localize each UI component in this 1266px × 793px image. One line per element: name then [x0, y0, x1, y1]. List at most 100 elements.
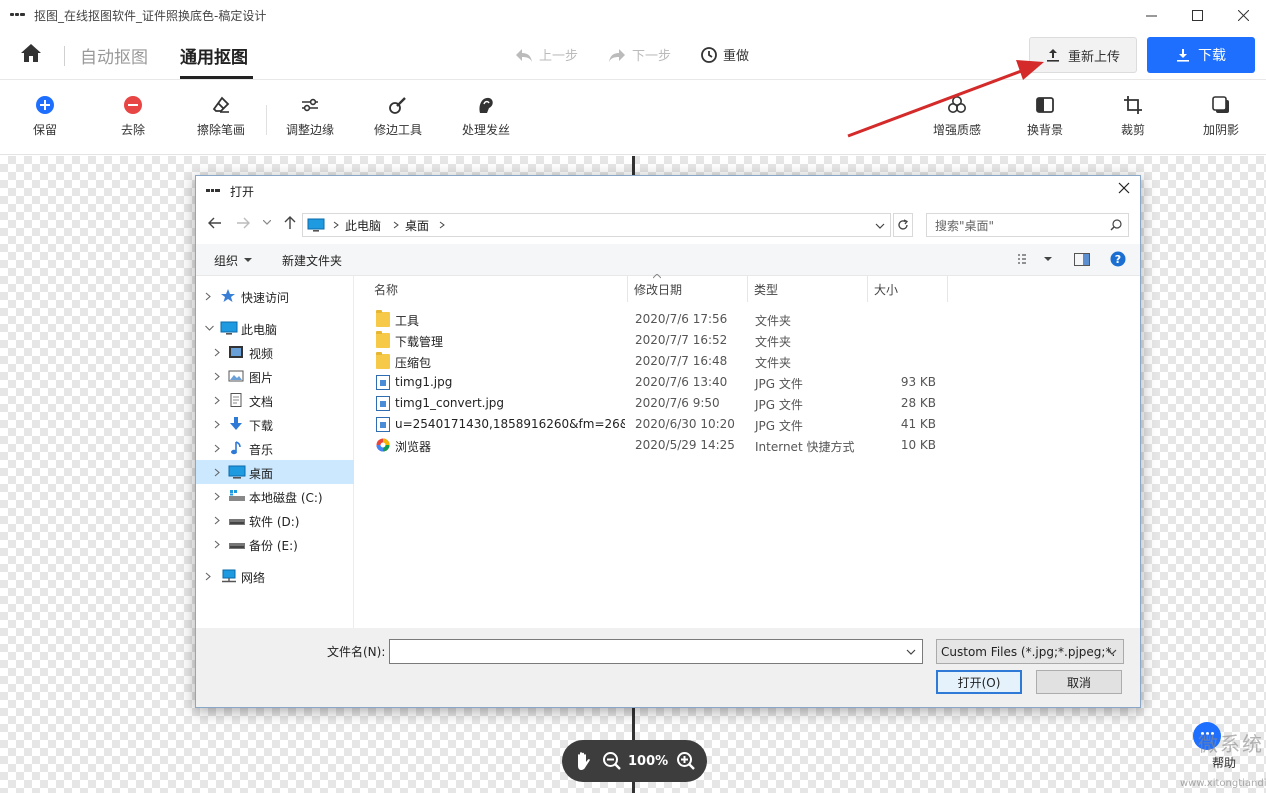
expand-chevron-icon[interactable]: [205, 292, 211, 301]
column-size[interactable]: 大小: [868, 276, 948, 302]
new-folder-label: 新建文件夹: [282, 254, 343, 268]
nav-divider: [64, 46, 65, 66]
zoom-in-icon[interactable]: [676, 751, 696, 771]
trim-tool[interactable]: 修边工具: [363, 95, 433, 138]
nav-item[interactable]: 桌面: [196, 460, 354, 484]
nav-item[interactable]: 下载: [196, 412, 354, 436]
nav-item[interactable]: 文档: [196, 388, 354, 412]
navigation-pane: 快速访问此电脑 视频 图片 文档 下载 音乐 桌面 本地磁盘 (C:) 软件 (D:) 备份 (E…: [196, 276, 354, 628]
file-type: JPG 文件: [755, 419, 803, 433]
back-icon[interactable]: [208, 217, 222, 229]
command-bar: 组织 新建文件夹 ?: [196, 244, 1140, 276]
star-icon: [220, 289, 236, 303]
breadcrumb-desktop[interactable]: 桌面: [405, 217, 429, 234]
jpg-file-icon: [376, 375, 390, 390]
shadow-tool[interactable]: 加阴影: [1186, 95, 1256, 138]
crop-tool[interactable]: 裁剪: [1098, 95, 1168, 138]
file-type: 文件夹: [755, 356, 792, 370]
nav-item[interactable]: 软件 (D:): [196, 508, 354, 532]
file-row[interactable]: 下载管理 2020/7/7 16:52 文件夹: [372, 330, 962, 351]
remove-label: 去除: [120, 123, 145, 137]
forward-icon[interactable]: [236, 217, 250, 229]
minimize-icon[interactable]: [1128, 0, 1174, 30]
hand-icon[interactable]: [574, 751, 592, 771]
dialog-close-icon[interactable]: [1118, 182, 1130, 194]
help-icon[interactable]: ?: [1110, 251, 1126, 267]
redo-button[interactable]: 下一步: [607, 45, 671, 64]
expand-chevron-icon[interactable]: [205, 572, 211, 581]
tab-general-cutout[interactable]: 通用抠图: [180, 43, 248, 68]
nav-item-label: 备份 (E:): [249, 539, 298, 553]
reset-button[interactable]: 重做: [700, 45, 749, 64]
nav-item[interactable]: 视频: [196, 340, 354, 364]
view-options-icon[interactable]: [1018, 254, 1052, 264]
remove-tool[interactable]: 去除: [98, 95, 168, 138]
file-row[interactable]: u=2540171430,1858916260&fm=26&... 2020/6/…: [372, 414, 962, 435]
expand-chevron-icon[interactable]: [214, 348, 220, 357]
expand-chevron-icon[interactable]: [214, 420, 220, 429]
nav-item[interactable]: 图片: [196, 364, 354, 388]
minus-circle-icon: [124, 96, 142, 114]
file-size: 41 KB: [900, 417, 936, 431]
recent-dropdown-icon[interactable]: [263, 220, 271, 225]
file-name: 下载管理: [395, 335, 444, 349]
expand-chevron-icon[interactable]: [214, 372, 220, 381]
refresh-icon[interactable]: [893, 213, 913, 237]
home-icon[interactable]: [20, 43, 42, 63]
expand-chevron-icon[interactable]: [214, 516, 220, 525]
reupload-button[interactable]: 重新上传: [1029, 37, 1137, 73]
expand-chevron-icon[interactable]: [214, 540, 220, 549]
expand-chevron-icon[interactable]: [214, 444, 220, 453]
expand-chevron-icon[interactable]: [205, 324, 214, 332]
expand-chevron-icon[interactable]: [214, 492, 220, 501]
folder-icon: [376, 331, 390, 348]
column-name[interactable]: 名称: [356, 276, 628, 302]
adjust-edge-label: 调整边缘: [285, 123, 334, 137]
open-button[interactable]: 打开(O): [936, 670, 1022, 694]
download-button[interactable]: 下载: [1147, 37, 1255, 73]
tab-auto-cutout[interactable]: 自动抠图: [80, 43, 148, 68]
breadcrumb-this-pc[interactable]: 此电脑: [345, 217, 381, 234]
file-row[interactable]: timg1_convert.jpg 2020/7/6 9:50 JPG 文件 28 K…: [372, 393, 962, 414]
column-type[interactable]: 类型: [748, 276, 868, 302]
adjust-edge-tool[interactable]: 调整边缘: [275, 95, 345, 138]
nav-item[interactable]: 备份 (E:): [196, 532, 354, 556]
nav-item[interactable]: 音乐: [196, 436, 354, 460]
nav-item[interactable]: 此电脑: [196, 316, 354, 340]
expand-chevron-icon[interactable]: [214, 468, 220, 477]
search-input[interactable]: 搜索"桌面": [926, 213, 1129, 237]
file-row[interactable]: timg1.jpg 2020/7/6 13:40 JPG 文件 93 KB: [372, 372, 962, 393]
enhance-tool[interactable]: 增强质感: [922, 95, 992, 138]
erase-stroke-tool[interactable]: 擦除笔画: [186, 95, 256, 138]
new-folder-button[interactable]: 新建文件夹: [282, 252, 342, 269]
maximize-icon[interactable]: [1174, 0, 1220, 30]
organize-menu[interactable]: 组织: [214, 252, 253, 269]
cancel-button[interactable]: 取消: [1036, 670, 1122, 694]
file-row[interactable]: 工具 2020/7/6 17:56 文件夹: [372, 309, 962, 330]
address-bar[interactable]: 此电脑 桌面: [302, 213, 891, 237]
file-row[interactable]: 压缩包 2020/7/7 16:48 文件夹: [372, 351, 962, 372]
file-type: 文件夹: [755, 314, 792, 328]
nav-item[interactable]: 网络: [196, 564, 354, 588]
nav-item[interactable]: 快速访问: [196, 284, 354, 308]
file-date: 2020/5/29 14:25: [635, 438, 735, 452]
undo-button[interactable]: 上一步: [514, 45, 578, 64]
change-background-tool[interactable]: 换背景: [1010, 95, 1080, 138]
up-icon[interactable]: [284, 216, 296, 230]
hair-tool[interactable]: 处理发丝: [451, 95, 521, 138]
keep-tool[interactable]: 保留: [10, 95, 80, 138]
chevron-down-icon[interactable]: [906, 649, 916, 655]
address-dropdown-icon[interactable]: [875, 221, 885, 231]
zoom-out-icon[interactable]: [602, 751, 622, 771]
column-date[interactable]: 修改日期: [628, 276, 748, 302]
expand-chevron-icon[interactable]: [214, 396, 220, 405]
zoom-level: 100%: [628, 753, 669, 769]
filename-input[interactable]: [389, 639, 923, 664]
preview-pane-icon[interactable]: [1074, 253, 1090, 266]
close-icon[interactable]: [1220, 0, 1266, 30]
filetype-select[interactable]: Custom Files (*.jpg;*.pjpeg;*.: [936, 639, 1124, 664]
music-icon: [228, 441, 244, 455]
file-row[interactable]: 浏览器 2020/5/29 14:25 Internet 快捷方式 10 KB: [372, 435, 962, 456]
nav-item[interactable]: 本地磁盘 (C:): [196, 484, 354, 508]
sliders-icon: [302, 98, 318, 112]
